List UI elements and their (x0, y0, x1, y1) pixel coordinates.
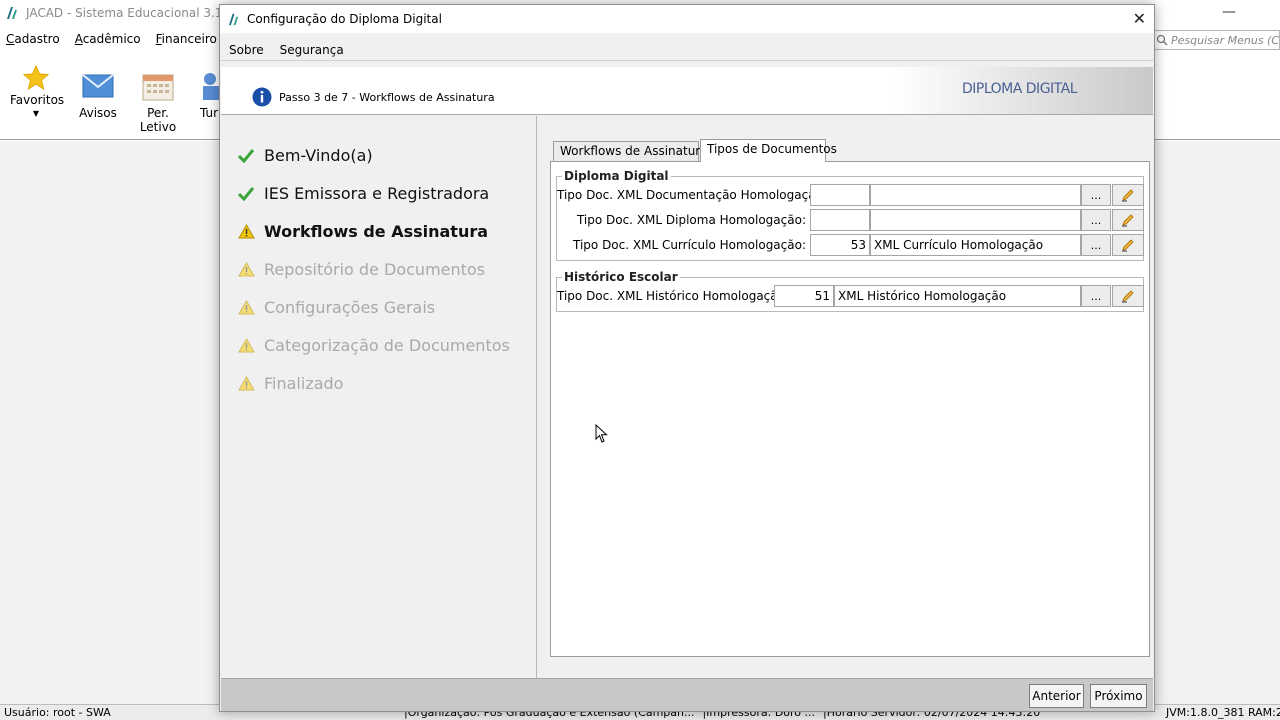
step-categorizacao: Categorização de Documentos (236, 336, 510, 355)
group-icon (203, 73, 220, 100)
diploma-digital-logo: DIPLOMA DIGITAL (962, 81, 1078, 97)
pencil-icon[interactable] (1112, 209, 1144, 231)
step-finalizado: Finalizado (236, 374, 343, 393)
envelope-icon (82, 74, 114, 98)
group-historico-escolar: Histórico Escolar Tipo Doc. XML Históric… (556, 270, 1144, 312)
step-workflows: Workflows de Assinatura (236, 222, 488, 241)
lookup-button[interactable]: ... (1081, 209, 1111, 231)
step-label: Finalizado (264, 374, 344, 393)
menu-seguranca[interactable]: Segurança (280, 43, 344, 57)
step-configuracoes-gerais: Configurações Gerais (236, 298, 435, 317)
step-bem-vindo: Bem-Vindo(a) (236, 146, 373, 165)
warning-icon (237, 338, 255, 353)
description-input[interactable]: XML Currículo Homologação (870, 234, 1081, 256)
app-title: JACAD - Sistema Educacional 3.1.54 (26, 6, 242, 20)
toolbar-avisos[interactable]: Avisos (78, 62, 118, 120)
lookup-button[interactable]: ... (1081, 184, 1111, 206)
warning-icon (237, 300, 255, 315)
group-title: Histórico Escolar (562, 270, 680, 284)
step-label: Configurações Gerais (264, 298, 436, 317)
search-icon (1156, 34, 1168, 46)
search-placeholder: Pesquisar Menus (Ct (1171, 33, 1280, 47)
toolbar-per-letivo[interactable]: Per. Letivo (128, 62, 188, 134)
mouse-cursor-icon (595, 424, 608, 443)
pencil-icon[interactable] (1112, 184, 1144, 206)
field-row-curriculo: Tipo Doc. XML Currículo Homologação: 53 … (557, 234, 1144, 256)
tab-bar: Workflows de Assinatura Tipos de Documen… (553, 139, 853, 162)
check-icon (238, 186, 254, 201)
anterior-button[interactable]: Anterior (1029, 684, 1084, 708)
step-label: Workflows de Assinatura (264, 222, 489, 241)
dialog-menubar: Sobre Segurança (220, 39, 1154, 61)
warning-icon (237, 224, 255, 239)
wizard-content-panel: Workflows de Assinatura Tipos de Documen… (537, 116, 1153, 678)
info-icon (252, 87, 272, 107)
description-input[interactable]: XML Histórico Homologação (834, 285, 1081, 307)
search-menus-input[interactable]: Pesquisar Menus (Ct (1152, 30, 1280, 50)
code-input[interactable]: 51 (774, 285, 834, 307)
wizard-steps-panel: Bem-Vindo(a) IES Emissora e Registradora… (221, 116, 537, 678)
field-label: Tipo Doc. XML Histórico Homologação: (557, 289, 790, 303)
description-input[interactable] (870, 209, 1081, 231)
code-input[interactable] (810, 184, 870, 206)
field-label: Tipo Doc. XML Currículo Homologação: (573, 238, 806, 252)
tab-tipos-documentos[interactable]: Tipos de Documentos (700, 139, 837, 162)
step-label: Repositório de Documentos (264, 260, 486, 279)
jacad-logo-icon (7, 7, 17, 19)
proximo-button[interactable]: Próximo (1090, 684, 1147, 708)
group-diploma-digital: Diploma Digital Tipo Doc. XML Documentaç… (556, 169, 1144, 261)
description-input[interactable] (870, 184, 1081, 206)
step-label: Categorização de Documentos (264, 336, 510, 355)
step-header: Passo 3 de 7 - Workflows de Assinatura D… (221, 67, 1153, 115)
toolbar-turmas-label: Tur (200, 106, 219, 120)
toolbar-avisos-label: Avisos (79, 106, 117, 120)
tab-tipos-documentos-panel: Diploma Digital Tipo Doc. XML Documentaç… (550, 161, 1150, 657)
status-jvm: JVM:1.8.0_381 RAM:25 (1162, 706, 1280, 719)
menu-cadastro[interactable]: Cadastro (6, 32, 60, 46)
toolbar-turmas[interactable]: Tur (200, 62, 220, 120)
pencil-icon[interactable] (1112, 234, 1144, 256)
warning-icon (237, 376, 255, 391)
check-icon (238, 148, 254, 163)
close-icon[interactable]: ✕ (1133, 9, 1146, 28)
step-indicator: Passo 3 de 7 - Workflows de Assinatura (279, 91, 495, 104)
field-label: Tipo Doc. XML Diploma Homologação: (576, 213, 806, 227)
menu-financeiro[interactable]: Financeiro (156, 32, 217, 46)
tab-workflows-assinatura[interactable]: Workflows de Assinatura (553, 141, 708, 161)
chevron-down-icon: ▼ (32, 109, 40, 118)
dialog-titlebar: Configuração do Diploma Digital ✕ (220, 5, 1154, 33)
field-label: Tipo Doc. XML Documentação Homologação: (557, 188, 827, 202)
field-row-diploma: Tipo Doc. XML Diploma Homologação: ... (557, 209, 1144, 231)
code-input[interactable]: 53 (810, 234, 870, 256)
menu-academico[interactable]: Acadêmico (75, 32, 141, 46)
lookup-button[interactable]: ... (1081, 234, 1111, 256)
jacad-logo-icon (228, 13, 239, 25)
calendar-icon (142, 74, 174, 101)
field-row-documentacao: Tipo Doc. XML Documentação Homologação: … (557, 184, 1144, 206)
step-repositorio: Repositório de Documentos (236, 260, 485, 279)
toolbar-favoritos[interactable]: Favoritos ▼ (10, 62, 65, 118)
dialog-footer: Anterior Próximo (221, 678, 1153, 711)
warning-icon (237, 262, 255, 277)
field-row-historico: Tipo Doc. XML Histórico Homologação: 51 … (557, 285, 1144, 307)
code-input[interactable] (810, 209, 870, 231)
dialog-title: Configuração do Diploma Digital (247, 12, 442, 26)
diploma-config-dialog: Configuração do Diploma Digital ✕ Sobre … (219, 4, 1155, 712)
step-label: Bem-Vindo(a) (264, 146, 373, 165)
app-minimize-icon[interactable]: — (1222, 4, 1236, 20)
star-icon (22, 64, 50, 91)
step-ies-emissora: IES Emissora e Registradora (236, 184, 489, 203)
lookup-button[interactable]: ... (1081, 285, 1111, 307)
step-label: IES Emissora e Registradora (264, 184, 490, 203)
menu-sobre[interactable]: Sobre (229, 43, 264, 57)
toolbar-per-letivo-label: Per. Letivo (139, 106, 177, 134)
group-title: Diploma Digital (562, 169, 671, 183)
toolbar-favoritos-label: Favoritos (10, 93, 65, 107)
pencil-icon[interactable] (1112, 285, 1144, 307)
